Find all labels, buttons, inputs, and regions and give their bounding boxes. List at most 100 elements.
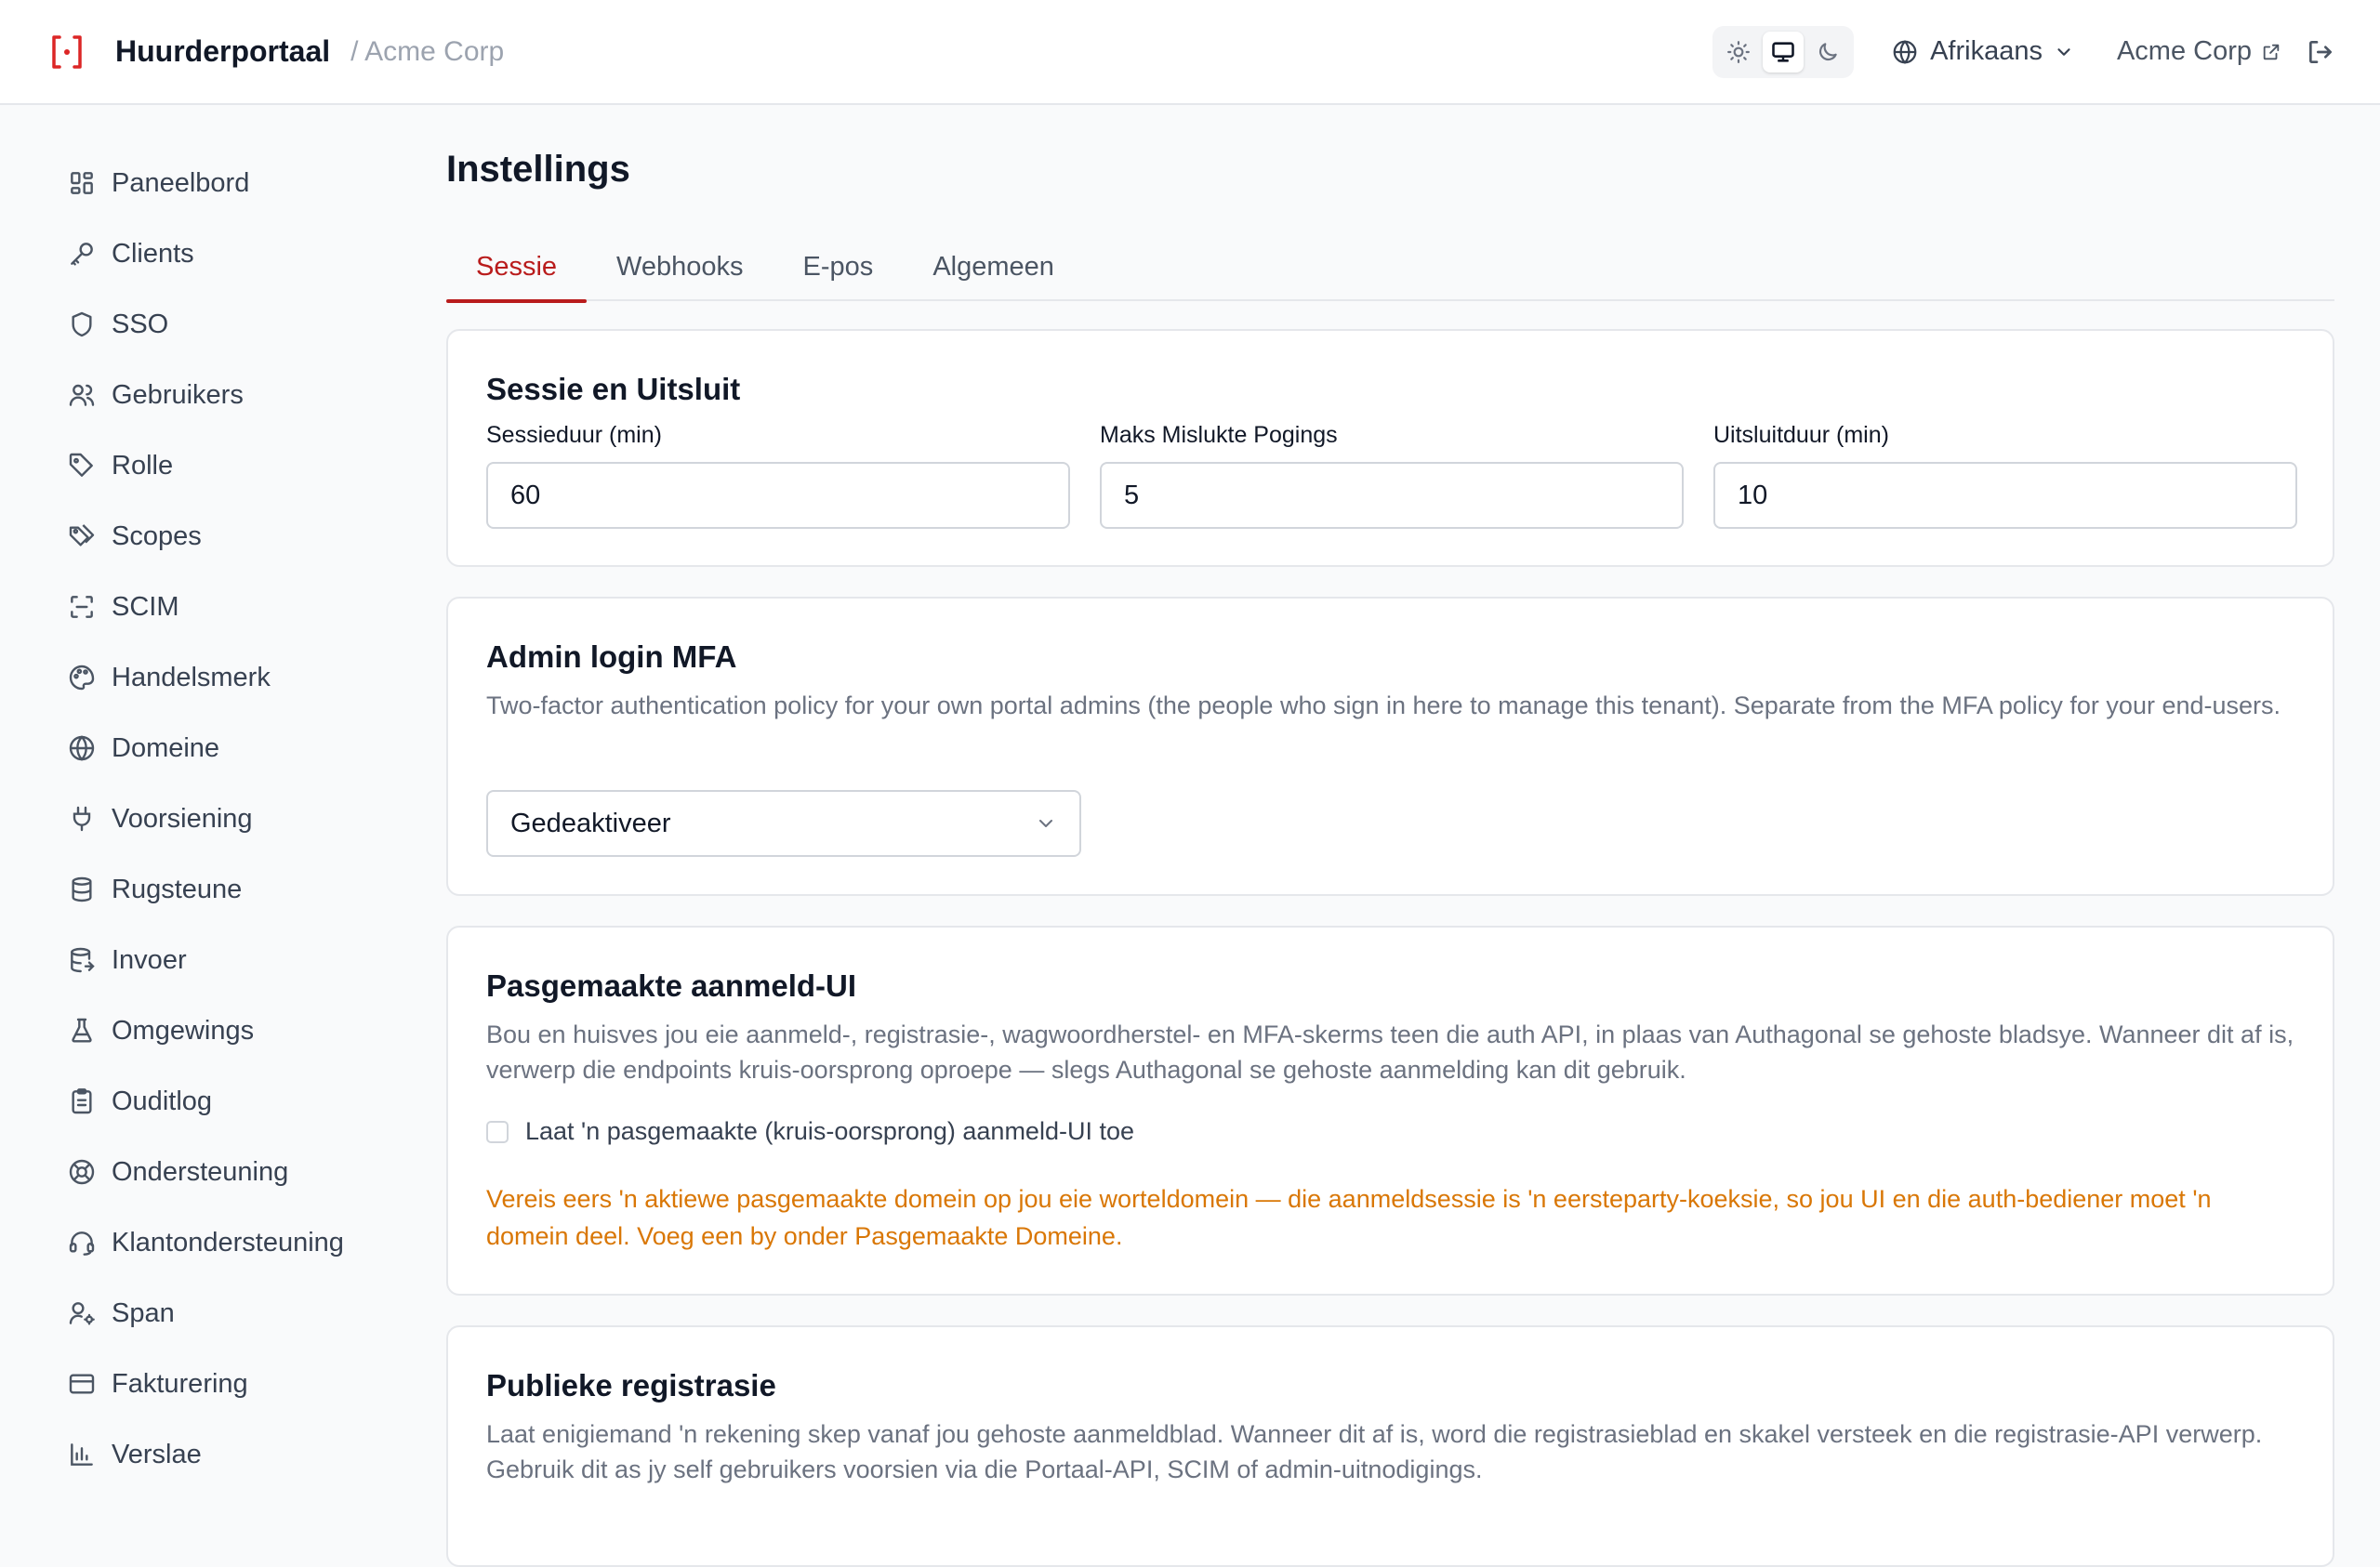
- clipboard-icon: [72, 1088, 92, 1114]
- brand-logo-icon: [52, 34, 82, 69]
- sidebar-item-label: SSO: [112, 309, 169, 339]
- sidebar-item-label: Rolle: [112, 450, 174, 481]
- brand[interactable]: Huurderportaal / Acme Corp: [48, 33, 504, 71]
- sidebar-item-label: Invoer: [112, 944, 187, 975]
- sidebar-item-billing[interactable]: Fakturering: [67, 1356, 248, 1412]
- tab-email[interactable]: E-pos: [774, 232, 904, 301]
- mfa-policy-select[interactable]: Gedeaktiveer: [486, 790, 1081, 857]
- sidebar-item-label: Verslae: [112, 1439, 202, 1469]
- tenant-external-link[interactable]: Acme Corp: [2117, 36, 2281, 67]
- sidebar: Paneelbord Clients SSO Gebruikers Rolle …: [0, 107, 400, 1487]
- sidebar-item-label: Rugsteune: [112, 874, 243, 904]
- custom-login-checkbox[interactable]: [486, 1120, 509, 1143]
- sidebar-item-support[interactable]: Ondersteuning: [67, 1144, 288, 1200]
- settings-tabs: Sessie Webhooks E-pos Algemeen: [446, 232, 2334, 303]
- custom-login-card-description: Bou en huisves jou eie aanmeld-, registr…: [486, 1021, 2294, 1084]
- sidebar-item-label: Paneelbord: [112, 167, 250, 198]
- bar-chart-icon: [71, 1443, 93, 1466]
- theme-system-button[interactable]: [1763, 31, 1805, 72]
- sidebar-item-label: Ouditlog: [112, 1086, 213, 1116]
- sidebar-item-clients[interactable]: Clients: [67, 226, 194, 282]
- mfa-policy-value: Gedeaktiveer: [510, 808, 671, 838]
- language-selector[interactable]: Afrikaans: [1891, 36, 2074, 67]
- admin-mfa-card: Admin login MFA Two-factor authenticatio…: [446, 597, 2334, 896]
- credit-card-icon: [69, 1374, 95, 1394]
- sidebar-item-import[interactable]: Invoer: [67, 932, 187, 988]
- users-icon: [69, 384, 95, 406]
- custom-login-card-title: Pasgemaakte aanmeld-UI: [486, 968, 857, 1003]
- sidebar-item-label: Scopes: [112, 520, 202, 551]
- key-icon: [71, 243, 93, 266]
- chevron-down-icon: [2057, 47, 2070, 56]
- custom-login-checkbox-row[interactable]: Laat 'n pasgemaakte (kruis-oorsprong) aa…: [486, 1117, 1134, 1146]
- sidebar-item-scopes[interactable]: Scopes: [67, 508, 202, 564]
- external-link-icon: [2263, 44, 2280, 59]
- globe-icon: [1893, 39, 1917, 64]
- theme-switcher: [1712, 25, 1855, 78]
- sidebar-item-audit-log[interactable]: Ouditlog: [67, 1073, 212, 1129]
- sidebar-item-label: Fakturering: [112, 1368, 248, 1399]
- sidebar-item-domains[interactable]: Domeine: [67, 720, 219, 776]
- session-card-title: Sessie en Uitsluit: [486, 372, 741, 406]
- tab-webhooks[interactable]: Webhooks: [587, 232, 774, 301]
- sidebar-item-provisioning[interactable]: Voorsiening: [67, 791, 253, 847]
- sidebar-item-dashboard[interactable]: Paneelbord: [67, 155, 249, 211]
- session-duration-input[interactable]: [486, 462, 1070, 529]
- sidebar-item-sso[interactable]: SSO: [67, 296, 168, 352]
- scan-icon: [71, 596, 93, 618]
- public-registration-card: Publieke registrasie Laat enigiemand 'n …: [446, 1325, 2334, 1567]
- database-icon: [72, 876, 92, 902]
- lockout-duration-label: Uitsluitduur (min): [1713, 422, 1889, 448]
- sidebar-item-team[interactable]: Span: [67, 1285, 175, 1341]
- mfa-card-description: Two-factor authentication policy for you…: [486, 691, 2281, 719]
- custom-login-ui-card: Pasgemaakte aanmeld-UI Bou en huisves jo…: [446, 926, 2334, 1296]
- sidebar-item-customer-support[interactable]: Klantondersteuning: [67, 1215, 344, 1271]
- tag-icon: [69, 453, 93, 477]
- sidebar-item-label: Domeine: [112, 732, 220, 763]
- session-lockout-card: Sessie en Uitsluit Sessieduur (min) Maks…: [446, 329, 2334, 567]
- lockout-duration-input[interactable]: [1713, 462, 2297, 529]
- sidebar-item-label: Ondersteuning: [112, 1156, 289, 1187]
- moon-icon: [1819, 42, 1837, 60]
- top-bar: Huurderportaal / Acme Corp Afrikaans Acm…: [0, 0, 2380, 105]
- sidebar-item-label: Clients: [112, 238, 194, 269]
- public-registration-card-description: Laat enigiemand 'n rekening skep vanaf j…: [486, 1420, 2263, 1483]
- page-title: Instellings: [446, 149, 630, 190]
- user-cog-icon: [69, 1302, 95, 1325]
- logout-button[interactable]: [2306, 37, 2335, 67]
- max-failed-attempts-input[interactable]: [1100, 462, 1684, 529]
- public-registration-card-title: Publieke registrasie: [486, 1368, 776, 1402]
- chevron-down-icon: [1039, 820, 1052, 827]
- custom-domain-warning: Vereis eers 'n aktiewe pasgemaakte domei…: [486, 1185, 2212, 1250]
- sidebar-item-branding[interactable]: Handelsmerk: [67, 650, 271, 705]
- logout-icon: [2309, 40, 2332, 63]
- monitor-icon: [1772, 41, 1794, 62]
- dashboard-icon: [71, 172, 93, 194]
- sidebar-item-backups[interactable]: Rugsteune: [67, 862, 242, 917]
- max-failed-attempts-label: Maks Mislukte Pogings: [1100, 422, 1338, 448]
- sidebar-item-environments[interactable]: Omgewings: [67, 1003, 254, 1059]
- tenant-breadcrumb: / Acme Corp: [350, 35, 505, 67]
- theme-light-button[interactable]: [1718, 32, 1759, 72]
- sidebar-item-label: Span: [112, 1297, 175, 1328]
- app-title: Huurderportaal: [115, 34, 331, 68]
- lifebuoy-icon: [69, 1159, 95, 1185]
- sidebar-item-label: SCIM: [112, 591, 179, 622]
- sidebar-item-users[interactable]: Gebruikers: [67, 367, 244, 423]
- tab-general[interactable]: Algemeen: [903, 232, 1084, 301]
- flask-icon: [72, 1018, 92, 1043]
- sidebar-item-reports[interactable]: Verslae: [67, 1427, 202, 1482]
- session-duration-label: Sessieduur (min): [486, 422, 662, 448]
- sidebar-item-scim[interactable]: SCIM: [67, 579, 179, 635]
- tenant-link-label: Acme Corp: [2116, 36, 2252, 66]
- database-import-icon: [71, 947, 95, 973]
- mfa-card-title: Admin login MFA: [486, 639, 737, 674]
- headset-icon: [69, 1231, 95, 1256]
- plug-icon: [73, 806, 91, 832]
- sidebar-item-roles[interactable]: Rolle: [67, 438, 173, 494]
- sidebar-item-label: Gebruikers: [112, 379, 244, 410]
- sun-icon: [1727, 40, 1750, 63]
- theme-dark-button[interactable]: [1807, 32, 1848, 72]
- sidebar-item-label: Omgewings: [112, 1015, 255, 1046]
- tab-session[interactable]: Sessie: [446, 232, 588, 303]
